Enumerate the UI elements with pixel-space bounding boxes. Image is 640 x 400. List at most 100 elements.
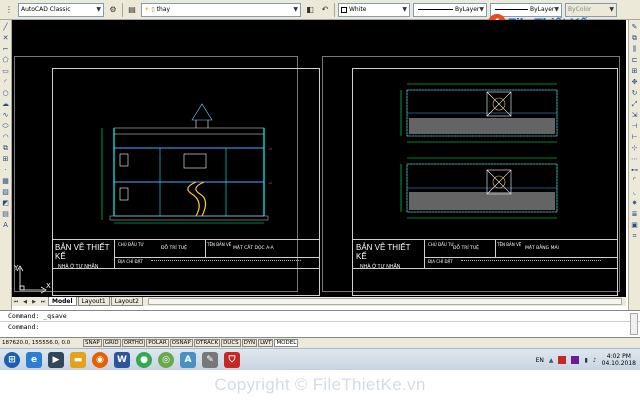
layer-properties-icon[interactable]: ▤ xyxy=(126,4,138,16)
line-icon[interactable]: ╱ xyxy=(1,23,10,32)
tab-layout2[interactable]: Layout2 xyxy=(110,297,143,306)
break-icon[interactable]: ⋯ xyxy=(630,155,639,164)
next-tab-icon[interactable]: ▶ xyxy=(30,298,38,306)
drawing-value: MẶT CẮT DỌC A-A xyxy=(233,246,274,251)
workspace-value: AutoCAD Classic xyxy=(21,6,71,13)
chamfer-icon[interactable]: ⌜ xyxy=(630,177,639,186)
title-block-left: BẢN VẼ THIẾT KẾ NHÀ Ở TƯ NHÂN CHỦ ĐẦU TƯ… xyxy=(52,239,320,270)
last-tab-icon[interactable]: ⏭ xyxy=(39,298,47,306)
ortho-toggle[interactable]: ORTHO xyxy=(121,339,146,347)
roof-plan-drawing xyxy=(400,83,558,219)
offset-icon[interactable]: ⊏ xyxy=(630,56,639,65)
chrome-icon[interactable]: ● xyxy=(136,351,152,368)
title-info-cell-left: CHỦ ĐẦU TƯ ĐỖ TRÍ TUỆ TÊN BẢN VẼ MẶT CẮT… xyxy=(115,240,319,268)
move-icon[interactable]: ✥ xyxy=(630,78,639,87)
owner-value: ĐỖ TRÍ TUỆ xyxy=(453,246,479,251)
match-properties-icon[interactable]: ⌗ xyxy=(630,232,639,241)
otrack-toggle[interactable]: OTRACK xyxy=(193,339,221,347)
scale-icon[interactable]: ⤢ xyxy=(630,100,639,109)
workspace-settings-icon[interactable]: ⚙ xyxy=(107,4,119,16)
make-block-icon[interactable]: ⊞ xyxy=(1,155,10,164)
clock[interactable]: 4:02 PM 04.10.2018 xyxy=(602,353,636,367)
stretch-icon[interactable]: ⇲ xyxy=(630,111,639,120)
folder-icon[interactable]: ▬ xyxy=(70,351,86,368)
region-icon[interactable]: ◩ xyxy=(1,199,10,208)
network-icon[interactable]: ▮ xyxy=(584,357,587,364)
break-at-point-icon[interactable]: ⊹ xyxy=(630,144,639,153)
drawing-canvas[interactable]: +3.600 +0.000 xyxy=(12,20,626,297)
ellipse-arc-icon[interactable]: ◠ xyxy=(1,133,10,142)
title-divider xyxy=(425,257,617,258)
extend-icon[interactable]: ⊢ xyxy=(630,133,639,142)
fillet-icon[interactable]: ◟ xyxy=(630,188,639,197)
layer-previous-icon[interactable]: ↶ xyxy=(319,4,331,16)
mirror-icon[interactable]: ⫼ xyxy=(630,45,639,54)
model-toggle[interactable]: MODEL xyxy=(274,339,299,347)
word-icon[interactable]: W xyxy=(114,351,130,368)
grid-toggle[interactable]: GRID xyxy=(102,339,121,347)
antivirus-icon[interactable]: ⛉ xyxy=(224,351,240,368)
tool-icon[interactable]: ✎ xyxy=(202,351,218,368)
join-icon[interactable]: ⊷ xyxy=(630,166,639,175)
ellipse-icon[interactable]: ⬭ xyxy=(1,122,10,131)
layout-tabs-bar: ⏮ ◀ ▶ ⏭ Model Layout1 Layout2 xyxy=(12,297,626,306)
dyn-toggle[interactable]: DYN xyxy=(241,339,258,347)
workspace-dropdown[interactable]: AutoCAD Classic ▼ xyxy=(18,2,104,17)
volume-icon[interactable]: ♪ xyxy=(593,357,597,364)
prev-tab-icon[interactable]: ◀ xyxy=(21,298,29,306)
arc-icon[interactable]: ◜ xyxy=(1,78,10,87)
osnap-toggle[interactable]: OSNAP xyxy=(169,339,193,347)
tray-app-icon[interactable] xyxy=(558,356,567,364)
tray-app-icon[interactable] xyxy=(571,356,580,364)
language-indicator[interactable]: EN xyxy=(536,357,544,364)
command-scrollbar[interactable] xyxy=(630,313,638,335)
tab-layout1[interactable]: Layout1 xyxy=(77,297,110,306)
copy-icon[interactable]: ⧉ xyxy=(630,34,639,43)
linetype-dropdown[interactable]: ByLayer ▼ xyxy=(413,2,487,17)
array-icon[interactable]: ⊞ xyxy=(630,67,639,76)
owner-label: CHỦ ĐẦU TƯ xyxy=(118,242,144,247)
trim-icon[interactable]: ⊣ xyxy=(630,122,639,131)
firefox-icon[interactable]: ◉ xyxy=(92,351,108,368)
explode-icon[interactable]: ✷ xyxy=(630,199,639,208)
polar-toggle[interactable]: POLAR xyxy=(146,339,169,347)
erase-icon[interactable]: ✎ xyxy=(630,23,639,32)
rotate-icon[interactable]: ↻ xyxy=(630,89,639,98)
lightbulb-icon: ☀ xyxy=(144,6,150,13)
circle-icon[interactable]: ○ xyxy=(1,89,10,98)
layer-dropdown[interactable]: ☀ ▯ thay ▼ xyxy=(141,2,301,17)
table-icon[interactable]: ▤ xyxy=(1,210,10,219)
ducs-toggle[interactable]: DUCS xyxy=(221,339,241,347)
hatch-icon[interactable]: ▦ xyxy=(1,177,10,186)
polygon-icon[interactable]: ⬠ xyxy=(1,56,10,65)
rectangle-icon[interactable]: ▭ xyxy=(1,67,10,76)
spline-icon[interactable]: ∿ xyxy=(1,111,10,120)
snap-toggle[interactable]: SNAP xyxy=(83,339,102,347)
command-input[interactable]: Command: xyxy=(0,321,640,331)
chevron-down-icon: ▼ xyxy=(402,6,407,13)
polyline-icon[interactable]: ⌐ xyxy=(1,45,10,54)
multiline-text-icon[interactable]: A xyxy=(1,221,10,230)
color-dropdown[interactable]: White ▼ xyxy=(338,2,410,17)
tab-model[interactable]: Model xyxy=(48,297,77,306)
make-current-layer-icon[interactable]: ◧ xyxy=(304,4,316,16)
media-player-icon[interactable]: ▶ xyxy=(48,351,64,368)
clock-time: 4:02 PM xyxy=(606,353,631,360)
insert-block-icon[interactable]: ⧉ xyxy=(1,144,10,153)
layer-walk-icon[interactable]: ≣ xyxy=(630,210,639,219)
status-bar: 187620.0, 155556.0, 0.0 SNAP GRID ORTHO … xyxy=(0,338,640,348)
tray-up-arrow-icon[interactable]: ▲ xyxy=(549,357,554,364)
horizontal-scrollbar[interactable] xyxy=(147,298,622,305)
lwt-toggle[interactable]: LWT xyxy=(258,339,274,347)
first-tab-icon[interactable]: ⏮ xyxy=(12,298,20,306)
title-info-cell-right: CHỦ ĐẦU TƯ ĐỖ TRÍ TUỆ TÊN BẢN VẼ MẶT BẰN… xyxy=(425,240,617,268)
properties-icon[interactable]: ▣ xyxy=(630,221,639,230)
app-green-icon[interactable]: ◎ xyxy=(158,351,174,368)
revision-cloud-icon[interactable]: ☁ xyxy=(1,100,10,109)
point-icon[interactable]: · xyxy=(1,166,10,175)
autocad-alt-icon[interactable]: A xyxy=(180,351,196,368)
construction-line-icon[interactable]: ✕ xyxy=(1,34,10,43)
windows-start-icon[interactable]: ⊞ xyxy=(4,351,20,368)
gradient-icon[interactable]: ▧ xyxy=(1,188,10,197)
internet-explorer-icon[interactable]: e xyxy=(26,351,42,368)
